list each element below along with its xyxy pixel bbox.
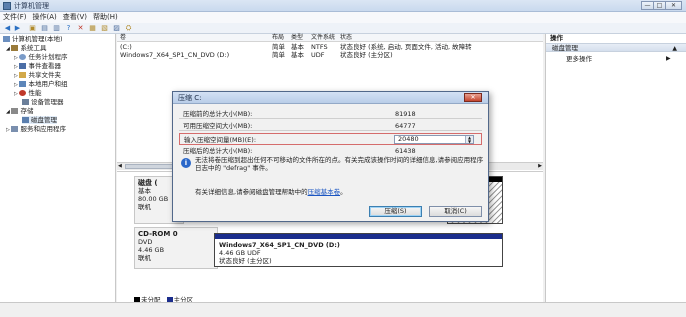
tree-item-storage[interactable]: ◢ 存储 bbox=[6, 107, 33, 115]
dialog-title: 压缩 C: bbox=[178, 94, 202, 102]
column-status[interactable]: 状态 bbox=[340, 34, 352, 42]
shared-folder-icon bbox=[19, 72, 27, 78]
submenu-arrow-icon: ▶ bbox=[666, 55, 671, 62]
tools-icon bbox=[11, 45, 19, 51]
available-space-row: 可用压缩空间大小(MB): 64777 bbox=[179, 121, 482, 131]
folder-up-icon[interactable]: ▣ bbox=[28, 24, 37, 33]
toolbar: ◀ ▶ ▣ ▤ ▥ ? ✕ ▦ ▧ ▨ ⛭ bbox=[0, 23, 686, 34]
export-icon[interactable]: ▨ bbox=[112, 24, 121, 33]
scroll-left-icon[interactable]: ◀ bbox=[118, 163, 122, 170]
cancel-button[interactable]: 取消(C) bbox=[429, 206, 482, 217]
computer-management-icon bbox=[3, 2, 11, 10]
forward-icon[interactable]: ▶ bbox=[13, 24, 22, 33]
cdrom-volume-size: 4.46 GB UDF bbox=[219, 249, 261, 257]
dialog-close-button[interactable]: ✕ bbox=[464, 93, 482, 102]
dialog-titlebar: 压缩 C: ✕ bbox=[173, 92, 488, 104]
cdrom-volume-name: Windows7_X64_SP1_CN_DVD (D:) bbox=[219, 241, 340, 249]
device-manager-icon bbox=[22, 99, 29, 105]
tree-item-task-scheduler[interactable]: ▷ 任务计划程序 bbox=[14, 53, 67, 61]
close-button[interactable]: ✕ bbox=[665, 1, 682, 10]
menu-file[interactable]: 文件(F) bbox=[0, 12, 30, 23]
cdrom-0-label[interactable]: CD-ROM 0 DVD 4.46 GB 联机 bbox=[134, 227, 218, 269]
menu-bar: 文件(F) 操作(A) 查看(V) 帮助(H) bbox=[0, 12, 686, 23]
column-type[interactable]: 类型 bbox=[291, 34, 303, 42]
volume-list-header: 卷 布局 类型 文件系统 状态 bbox=[117, 34, 543, 42]
computer-icon bbox=[3, 36, 10, 42]
dialog-help: 有关详细信息,请参阅磁盘管理帮助中的压缩基本卷。 bbox=[195, 188, 347, 196]
help-icon[interactable]: ? bbox=[64, 24, 73, 33]
size-after-row: 压缩后的总计大小(MB): 61438 bbox=[183, 147, 416, 155]
users-icon bbox=[19, 81, 27, 87]
size-before-row: 压缩前的总计大小(MB): 81918 bbox=[179, 109, 482, 119]
column-volume[interactable]: 卷 bbox=[120, 34, 126, 42]
actions-section-disk-management[interactable]: 磁盘管理 ▲ bbox=[546, 43, 686, 52]
storage-icon bbox=[11, 108, 19, 114]
column-filesystem[interactable]: 文件系统 bbox=[311, 34, 335, 42]
menu-help[interactable]: 帮助(H) bbox=[90, 12, 121, 23]
status-bar bbox=[0, 302, 686, 317]
volume-name: Windows7_X64_SP1_CN_DVD (D:) bbox=[120, 51, 230, 59]
scroll-right-icon[interactable]: ▶ bbox=[538, 163, 542, 170]
tree-item-performance[interactable]: ▷ 性能 bbox=[14, 89, 41, 97]
shrink-amount-row: 输入压缩空间量(MB)(E): 20480 ▲ ▼ bbox=[179, 133, 482, 145]
open-icon[interactable]: ▧ bbox=[100, 24, 109, 33]
stepper-arrows-icon[interactable]: ▲ ▼ bbox=[465, 136, 473, 143]
tree-item-users-groups[interactable]: ▷ 本地用户和组 bbox=[14, 80, 67, 88]
navigation-tree: 计算机管理(本地) ◢ 系统工具 ▷ 任务计划程序 ▷ 事件查看器 ▷ 共享文件… bbox=[0, 34, 116, 302]
table-row[interactable]: Windows7_X64_SP1_CN_DVD (D:) 简单 基本 UDF 状… bbox=[117, 51, 543, 59]
event-viewer-icon bbox=[19, 63, 27, 69]
menu-action[interactable]: 操作(A) bbox=[30, 12, 60, 23]
clock-icon bbox=[19, 54, 27, 60]
cdrom-partition[interactable]: Windows7_X64_SP1_CN_DVD (D:) 4.46 GB UDF… bbox=[214, 233, 503, 267]
collapse-icon[interactable]: ▲ bbox=[672, 44, 677, 53]
tree-item-shared-folders[interactable]: ▷ 共享文件夹 bbox=[14, 71, 61, 79]
services-icon bbox=[11, 126, 19, 132]
window-titlebar: 计算机管理 — □ ✕ bbox=[0, 0, 686, 12]
help-link[interactable]: 压缩基本卷 bbox=[308, 188, 341, 196]
actions-header: 操作 bbox=[550, 34, 563, 42]
actions-pane: 操作 磁盘管理 ▲ 更多操作 ▶ bbox=[545, 34, 686, 302]
shrink-amount-stepper[interactable]: 20480 ▲ ▼ bbox=[394, 135, 474, 144]
performance-icon bbox=[19, 90, 27, 96]
more-actions[interactable]: 更多操作 ▶ bbox=[566, 55, 671, 63]
delete-icon[interactable]: ✕ bbox=[76, 24, 85, 33]
window-title: 计算机管理 bbox=[14, 2, 49, 10]
tree-item-event-viewer[interactable]: ▷ 事件查看器 bbox=[14, 62, 61, 70]
refresh-icon[interactable]: ⛭ bbox=[124, 24, 133, 33]
dialog-info-text: 无法将卷压缩到超出任何不可移动的文件所在的点。有关完成该操作时间的详细信息,请参… bbox=[195, 156, 484, 172]
compress-button[interactable]: 压缩(S) bbox=[369, 206, 422, 217]
tree-item-system-tools[interactable]: ◢ 系统工具 bbox=[6, 44, 46, 52]
tree-item-disk-management[interactable]: 磁盘管理 bbox=[22, 116, 57, 124]
info-icon: i bbox=[181, 158, 191, 168]
disk-management-icon bbox=[22, 117, 29, 123]
properties-icon[interactable]: ▦ bbox=[88, 24, 97, 33]
show-hide-icon[interactable]: ▥ bbox=[52, 24, 61, 33]
cdrom-volume-status: 状态良好 (主分区) bbox=[219, 257, 272, 265]
column-layout[interactable]: 布局 bbox=[272, 34, 284, 42]
volume-name: (C:) bbox=[120, 43, 132, 51]
back-icon[interactable]: ◀ bbox=[3, 24, 12, 33]
tree-item-device-manager[interactable]: 设备管理器 bbox=[22, 98, 64, 106]
table-row[interactable]: (C:) 简单 基本 NTFS 状态良好 (系统, 启动, 页面文件, 活动, … bbox=[117, 43, 543, 51]
tree-item-services-apps[interactable]: ▷ 服务和应用程序 bbox=[6, 125, 66, 133]
menu-view[interactable]: 查看(V) bbox=[60, 12, 90, 23]
shrink-dialog: 压缩 C: ✕ 压缩前的总计大小(MB): 81918 可用压缩空间大小(MB)… bbox=[172, 91, 489, 222]
console-tree-icon[interactable]: ▤ bbox=[40, 24, 49, 33]
tree-item-root[interactable]: 计算机管理(本地) bbox=[3, 35, 63, 43]
window-controls: — □ ✕ bbox=[641, 1, 682, 10]
